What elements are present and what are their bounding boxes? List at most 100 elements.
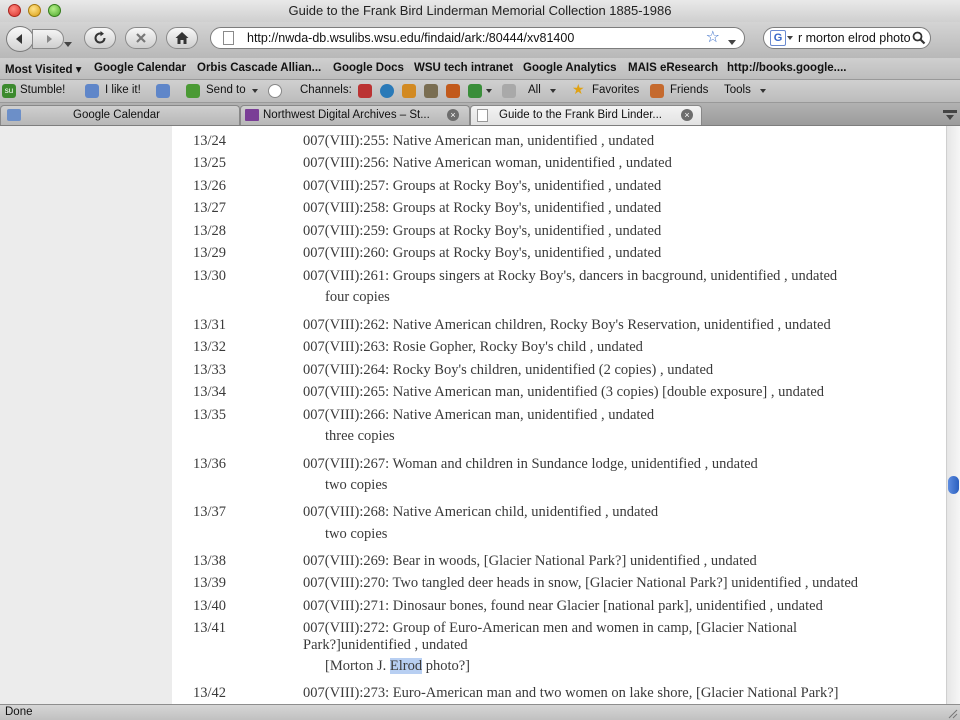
bookmark-star-icon[interactable]: ☆ xyxy=(706,28,720,48)
chevron-down-icon xyxy=(760,89,766,93)
bookmark-mais-eresearch[interactable]: MAIS eResearch xyxy=(628,62,718,74)
box-folder-number: 13/40 xyxy=(193,598,227,614)
extension-toolbar: su Stumble! I like it! Send to Channels:… xyxy=(0,80,960,103)
item-description: 007(VIII):268: Native American child, un… xyxy=(303,504,659,520)
item-description: 007(VIII):261: Groups singers at Rocky B… xyxy=(303,268,838,284)
scrollbar-thumb[interactable] xyxy=(948,476,959,494)
close-tab-icon[interactable]: × xyxy=(447,109,459,121)
item-description: 007(VIII):256: Native American woman, un… xyxy=(303,155,672,171)
item-description: 007(VIII):262: Native American children,… xyxy=(303,317,831,333)
box-folder-number: 13/35 xyxy=(193,407,227,423)
chevron-down-icon xyxy=(486,89,492,93)
bookmark-orbis-cascade[interactable]: Orbis Cascade Allian... xyxy=(197,62,321,74)
speech-bubble-icon[interactable] xyxy=(268,84,282,98)
status-bar: Done xyxy=(0,704,960,720)
url-history-dropdown[interactable] xyxy=(728,33,736,51)
box-folder-number: 13/34 xyxy=(193,384,227,400)
item-description: 007(VIII):265: Native American man, unid… xyxy=(303,384,825,400)
box-folder-number: 13/41 xyxy=(193,620,227,636)
box-folder-number: 13/39 xyxy=(193,575,227,591)
left-sidebar-column xyxy=(0,126,172,704)
tab-bar: Google Calendar Northwest Digital Archiv… xyxy=(0,103,960,126)
tools-menu-button[interactable]: Tools xyxy=(724,84,751,96)
box-folder-number: 13/33 xyxy=(193,362,227,378)
note-text: four copies xyxy=(325,289,390,305)
item-description: 007(VIII):270: Two tangled deer heads in… xyxy=(303,575,859,591)
all-channels-button[interactable]: All xyxy=(528,84,541,96)
send-to-icon xyxy=(186,84,200,98)
url-text[interactable]: http://nwda-db.wsulibs.wsu.edu/findaid/a… xyxy=(247,31,574,45)
i-like-it-button[interactable]: I like it! xyxy=(105,84,141,96)
tab-list-button[interactable] xyxy=(942,106,958,122)
thumbs-up-icon xyxy=(85,84,99,98)
browser-window: Guide to the Frank Bird Linderman Memori… xyxy=(0,0,960,720)
bookmark-google-analytics[interactable]: Google Analytics xyxy=(523,62,617,74)
item-description: 007(VIII):267: Woman and children in Sun… xyxy=(303,456,758,472)
box-folder-number: 13/36 xyxy=(193,456,227,472)
stop-icon xyxy=(136,33,146,43)
tab-label: Northwest Digital Archives – St... xyxy=(263,109,430,121)
box-folder-number: 13/25 xyxy=(193,155,227,171)
back-button[interactable] xyxy=(6,26,34,52)
favorites-button[interactable]: Favorites xyxy=(592,84,639,96)
tab-google-calendar[interactable]: Google Calendar xyxy=(0,105,240,125)
friends-icon xyxy=(650,84,664,98)
nwda-favicon-icon xyxy=(245,109,259,121)
bookmark-google-docs[interactable]: Google Docs xyxy=(333,62,404,74)
page-icon xyxy=(223,31,234,45)
close-tab-icon[interactable]: × xyxy=(681,109,693,121)
page-favicon-icon xyxy=(477,109,488,122)
stop-button[interactable] xyxy=(125,27,157,49)
tab-northwest-digital-archives[interactable]: Northwest Digital Archives – St... × xyxy=(240,105,470,125)
bookmarks-toolbar: Most Visited ▾ Google Calendar Orbis Cas… xyxy=(0,58,960,80)
channel-icon[interactable] xyxy=(446,84,460,98)
globe-icon[interactable] xyxy=(380,84,394,98)
item-description: 007(VIII):259: Groups at Rocky Boy's, un… xyxy=(303,223,662,239)
item-description: 007(VIII):257: Groups at Rocky Boy's, un… xyxy=(303,178,662,194)
window-title: Guide to the Frank Bird Linderman Memori… xyxy=(288,3,672,18)
video-icon[interactable] xyxy=(468,84,482,98)
camera-icon[interactable] xyxy=(424,84,438,98)
forward-arrow-icon xyxy=(47,35,52,43)
home-icon xyxy=(175,32,189,44)
chevron-down-icon xyxy=(252,89,258,93)
chevron-down-icon xyxy=(550,89,556,93)
search-go-button[interactable] xyxy=(912,31,926,48)
bookmark-most-visited[interactable]: Most Visited ▾ xyxy=(5,62,82,76)
note-text: two copies xyxy=(325,526,388,542)
item-description: 007(VIII):273: Euro-American man and two… xyxy=(303,685,839,701)
address-bar[interactable]: http://nwda-db.wsulibs.wsu.edu/findaid/a… xyxy=(210,27,745,49)
tab-frank-bird-linderman-guide[interactable]: Guide to the Frank Bird Linder... × xyxy=(470,105,702,125)
vertical-scrollbar[interactable] xyxy=(946,126,960,704)
thumbs-down-icon[interactable] xyxy=(156,84,170,98)
item-description: 007(VIII):264: Rocky Boy's children, uni… xyxy=(303,362,714,378)
item-description: 007(VIII):255: Native American man, unid… xyxy=(303,133,655,149)
stumbleupon-icon: su xyxy=(2,84,16,98)
reload-button[interactable] xyxy=(84,27,116,49)
box-folder-number: 13/31 xyxy=(193,317,227,333)
channel-icon[interactable] xyxy=(402,84,416,98)
calendar-favicon-icon xyxy=(7,109,21,121)
bookmark-wsu-intranet[interactable]: WSU tech intranet xyxy=(414,62,513,74)
status-text: Done xyxy=(5,706,33,718)
google-search-engine-icon[interactable]: G xyxy=(770,30,786,46)
resize-grip-icon[interactable] xyxy=(946,707,958,719)
page-content: 13/24 007(VIII):255: Native American man… xyxy=(0,126,960,704)
forward-button[interactable] xyxy=(32,29,64,49)
magnifier-icon xyxy=(912,31,926,45)
channel-icon[interactable] xyxy=(358,84,372,98)
note-text: two copies xyxy=(325,477,388,493)
note-text: three copies xyxy=(325,428,395,444)
history-dropdown[interactable] xyxy=(64,35,72,53)
friends-button[interactable]: Friends xyxy=(670,84,708,96)
stumble-button[interactable]: Stumble! xyxy=(20,84,65,96)
bookmark-google-books[interactable]: http://books.google.... xyxy=(727,62,846,74)
bookmark-google-calendar[interactable]: Google Calendar xyxy=(94,62,186,74)
item-description: 007(VIII):263: Rosie Gopher, Rocky Boy's… xyxy=(303,339,643,355)
search-bar[interactable]: G r morton elrod photo xyxy=(763,27,931,49)
send-to-button[interactable]: Send to xyxy=(206,84,246,96)
tag-icon[interactable] xyxy=(502,84,516,98)
search-input[interactable]: r morton elrod photo xyxy=(798,31,910,45)
home-button[interactable] xyxy=(166,27,198,49)
box-folder-number: 13/24 xyxy=(193,133,227,149)
